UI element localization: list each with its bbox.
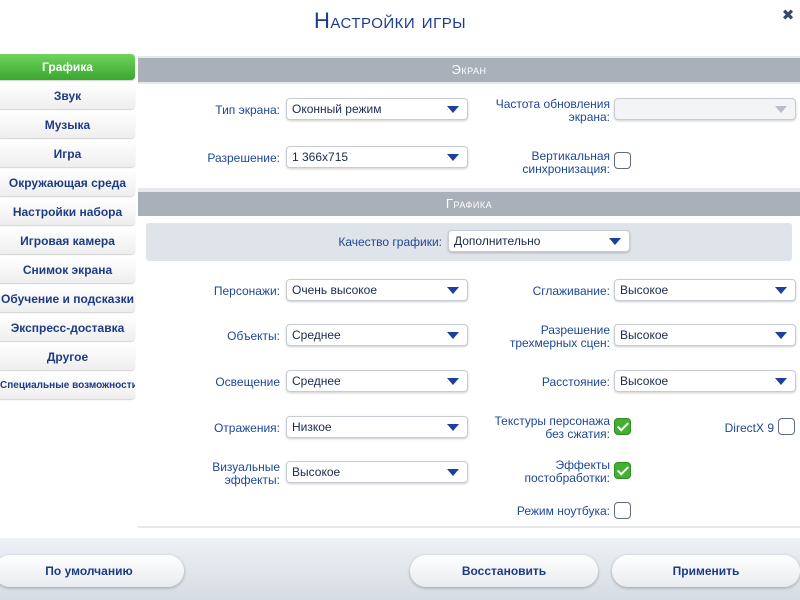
scene-resolution-label: Разрешение трехмерных сцен: <box>509 323 610 350</box>
dropdown-arrow-icon <box>447 332 459 339</box>
sidebar-item-tutorial[interactable]: Обучение и подсказки <box>0 286 135 312</box>
objects-label: Объекты: <box>227 329 280 343</box>
section-header-screen: Экран <box>138 58 800 82</box>
sidebar-item-screenshot[interactable]: Снимок экрана <box>0 257 135 283</box>
sidebar-item-graphics[interactable]: Графика <box>0 54 135 80</box>
lighting-value: Среднее <box>292 374 341 388</box>
laptop-mode-checkbox[interactable] <box>614 502 631 519</box>
sidebar: Графика Звук Музыка Игра Окружающая сред… <box>0 54 135 402</box>
sidebar-item-accessibility[interactable]: Специальные возможности <box>0 373 135 399</box>
graphics-section: Качество графики: Дополнительно Персонаж… <box>138 216 800 526</box>
antialiasing-value: Высокое <box>620 283 669 297</box>
dropdown-arrow-icon <box>447 106 459 113</box>
laptop-mode-label: Режим ноутбука: <box>516 504 610 518</box>
textures-label: Текстуры персонажа без сжатия: <box>494 414 611 441</box>
directx9-checkbox[interactable] <box>778 418 795 435</box>
refresh-rate-dropdown[interactable] <box>614 98 796 120</box>
textures-checkbox[interactable] <box>614 418 631 435</box>
reflections-label: Отражения: <box>213 421 280 435</box>
dropdown-arrow-icon <box>447 424 459 431</box>
window-title: Настройки игры <box>313 8 466 33</box>
dropdown-arrow-icon <box>447 287 459 294</box>
visual-effects-dropdown[interactable]: Высокое <box>286 461 468 483</box>
dropdown-arrow-icon <box>447 469 459 476</box>
close-icon[interactable]: ✖ <box>778 6 798 26</box>
sidebar-item-game[interactable]: Игра <box>0 141 135 167</box>
reflections-dropdown[interactable]: Низкое <box>286 416 468 438</box>
resolution-value: 1 366x715 <box>292 150 349 164</box>
distance-dropdown[interactable]: Высокое <box>614 370 796 392</box>
vsync-checkbox[interactable] <box>614 152 631 169</box>
lighting-dropdown[interactable]: Среднее <box>286 370 468 392</box>
sidebar-item-music[interactable]: Музыка <box>0 112 135 138</box>
sidebar-item-pack-settings[interactable]: Настройки набора <box>0 199 135 225</box>
bottom-bar: По умолчанию Восстановить Применить <box>0 538 800 600</box>
default-button[interactable]: По умолчанию <box>0 555 184 587</box>
screen-type-value: Оконный режим <box>292 102 382 116</box>
antialiasing-label: Сглаживание: <box>532 284 610 298</box>
graphics-quality-value: Дополнительно <box>454 234 541 248</box>
distance-label: Расстояние: <box>541 375 610 389</box>
characters-label: Персонажи: <box>213 284 280 298</box>
scene-resolution-dropdown[interactable]: Высокое <box>614 324 796 346</box>
dropdown-arrow-icon <box>609 238 621 245</box>
graphics-quality-label: Качество графики: <box>338 235 442 249</box>
resolution-dropdown[interactable]: 1 366x715 <box>286 146 468 168</box>
postprocessing-label: Эффекты постобработки: <box>524 458 611 485</box>
dropdown-arrow-icon <box>447 154 459 161</box>
settings-panel: Экран Тип экрана: Оконный режим Частота … <box>138 56 800 528</box>
reflections-value: Низкое <box>292 420 332 434</box>
dropdown-arrow-icon <box>775 287 787 294</box>
vsync-label: Вертикальная синхронизация: <box>522 149 610 176</box>
resolution-label: Разрешение: <box>207 151 280 165</box>
screen-section: Тип экрана: Оконный режим Частота обновл… <box>138 84 800 188</box>
graphics-quality-dropdown[interactable]: Дополнительно <box>448 230 630 252</box>
visual-effects-label: Визуальные эффекты: <box>212 460 280 487</box>
sidebar-item-sound[interactable]: Звук <box>0 83 135 109</box>
dropdown-arrow-icon <box>775 378 787 385</box>
sidebar-item-camera[interactable]: Игровая камера <box>0 228 135 254</box>
lighting-label: Освещение <box>215 375 280 389</box>
visual-effects-value: Высокое <box>292 465 341 479</box>
objects-dropdown[interactable]: Среднее <box>286 324 468 346</box>
postprocessing-checkbox[interactable] <box>614 462 631 479</box>
directx9-label: DirectX 9 <box>724 421 774 435</box>
screen-type-label: Тип экрана: <box>215 103 280 117</box>
restore-button[interactable]: Восстановить <box>410 555 598 587</box>
sidebar-item-other[interactable]: Другое <box>0 344 135 370</box>
objects-value: Среднее <box>292 328 341 342</box>
dropdown-arrow-icon <box>447 378 459 385</box>
antialiasing-dropdown[interactable]: Высокое <box>614 279 796 301</box>
refresh-rate-label: Частота обновления экрана: <box>495 97 610 124</box>
sidebar-item-environment[interactable]: Окружающая среда <box>0 170 135 196</box>
apply-button[interactable]: Применить <box>612 555 800 587</box>
characters-value: Очень высокое <box>292 283 378 297</box>
dropdown-arrow-icon <box>775 332 787 339</box>
characters-dropdown[interactable]: Очень высокое <box>286 279 468 301</box>
dropdown-arrow-icon <box>775 106 787 113</box>
scene-resolution-value: Высокое <box>620 328 669 342</box>
screen-type-dropdown[interactable]: Оконный режим <box>286 98 468 120</box>
section-header-graphics: Графика <box>138 192 800 216</box>
distance-value: Высокое <box>620 374 669 388</box>
sidebar-item-express-delivery[interactable]: Экспресс-доставка <box>0 315 135 341</box>
